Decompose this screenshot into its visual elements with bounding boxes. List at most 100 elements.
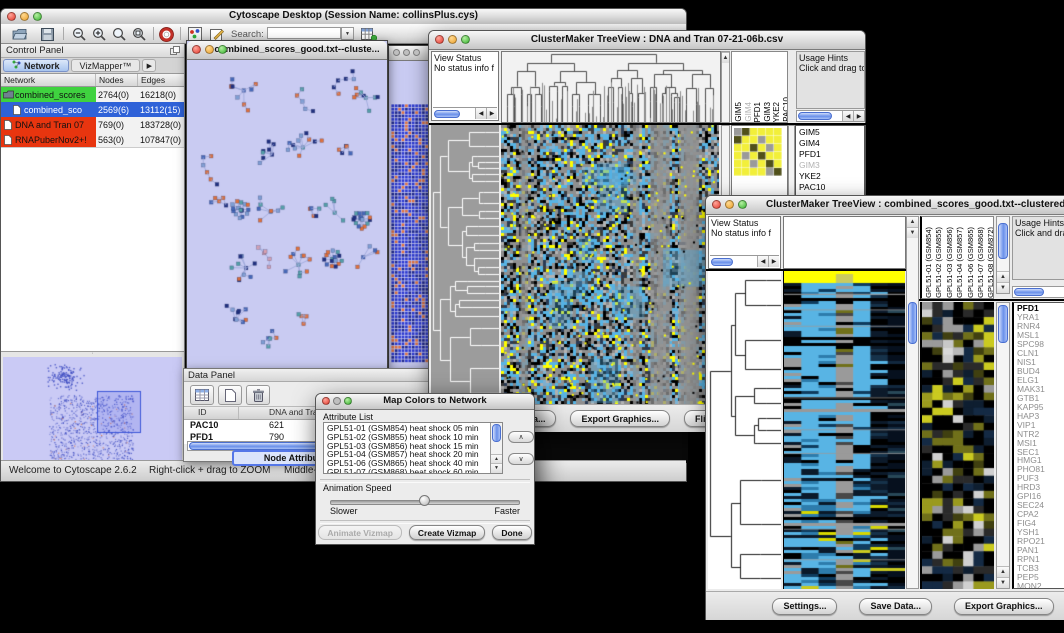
tv1-row-label[interactable]: GIM4 bbox=[799, 138, 864, 149]
scroll-up-button[interactable]: ▲ bbox=[997, 566, 1009, 577]
tv1-hints-hscrollbar[interactable]: ◀ ▶ bbox=[796, 110, 865, 122]
search-input[interactable] bbox=[267, 27, 341, 39]
tv1-column-dendrogram[interactable] bbox=[501, 51, 721, 123]
move-up-button[interactable]: ∧ bbox=[508, 431, 534, 443]
tv1-column-label[interactable]: YKE2 bbox=[772, 102, 782, 122]
network-window-titlebar[interactable]: combined_scores_good.txt--cluste... bbox=[187, 41, 387, 60]
scroll-left-button[interactable]: ◀ bbox=[842, 111, 853, 121]
scrollbar-thumb[interactable] bbox=[998, 305, 1008, 343]
zoom-window-button[interactable] bbox=[413, 49, 420, 56]
dialog-create-vizmap-button[interactable]: Create Vizmap bbox=[409, 525, 485, 540]
col-nodes[interactable]: Nodes bbox=[96, 74, 138, 86]
scrollbar-thumb[interactable] bbox=[492, 424, 501, 442]
minimize-button[interactable] bbox=[333, 397, 341, 405]
tv2-row-dendrogram[interactable] bbox=[708, 271, 781, 589]
network-view-canvas[interactable] bbox=[187, 60, 387, 370]
tv1-column-label[interactable]: PFD1 bbox=[753, 102, 763, 122]
tv1-row-dendrogram[interactable] bbox=[431, 125, 499, 404]
tv2-save-data-button[interactable]: Save Data... bbox=[859, 598, 932, 615]
tv1-export-graphics-button[interactable]: Export Graphics... bbox=[570, 410, 670, 427]
tv1-summary-matrix-canvas[interactable] bbox=[734, 128, 782, 176]
scroll-right-button[interactable]: ▶ bbox=[853, 111, 864, 121]
tv2-column-label[interactable]: GPL51-06 (GSM865) bbox=[966, 227, 976, 298]
zoom-selected-icon[interactable] bbox=[131, 26, 147, 42]
tv2-column-label[interactable]: GPL51-01 (GSM854) bbox=[924, 227, 934, 298]
close-button[interactable] bbox=[192, 45, 201, 54]
tv2-column-label[interactable]: GPL51-02 (GSM855) bbox=[934, 227, 944, 298]
treeview2-titlebar[interactable]: ClusterMaker TreeView : combined_scores_… bbox=[706, 196, 1064, 215]
scroll-right-button[interactable]: ▶ bbox=[486, 108, 497, 119]
tv2-genes-vscrollbar[interactable]: ▲ ▼ bbox=[996, 302, 1010, 589]
tv2-hints-hscrollbar[interactable]: ◀ bbox=[1012, 286, 1064, 298]
zoom-fit-icon[interactable] bbox=[111, 26, 127, 42]
dialog-done-button[interactable]: Done bbox=[492, 525, 531, 540]
col-edges[interactable]: Edges bbox=[138, 74, 184, 86]
tv2-column-label[interactable]: GPL51-07 (GSM868) bbox=[976, 227, 986, 298]
float-panel-icon[interactable] bbox=[170, 46, 180, 58]
tv1-row-label[interactable]: YKE2 bbox=[799, 171, 864, 182]
select-attributes-icon[interactable] bbox=[190, 385, 214, 405]
scrollbar-thumb[interactable] bbox=[1014, 288, 1044, 296]
tv1-row-label[interactable]: GIM5 bbox=[799, 127, 864, 138]
tv2-column-label[interactable]: GPL51-03 (GSM856) bbox=[945, 227, 955, 298]
zoom-window-button[interactable] bbox=[461, 35, 470, 44]
zoom-window-button[interactable] bbox=[344, 397, 352, 405]
minimize-button[interactable] bbox=[448, 35, 457, 44]
tv1-column-label[interactable]: GIM5 bbox=[734, 102, 744, 122]
scroll-left-button[interactable]: ◀ bbox=[475, 108, 486, 119]
close-button[interactable] bbox=[712, 200, 721, 209]
scrollbar-thumb[interactable] bbox=[998, 223, 1008, 259]
tv1-row-label[interactable]: PAC10 bbox=[799, 182, 864, 193]
scroll-down-button[interactable]: ▼ bbox=[997, 577, 1009, 588]
tv1-column-label[interactable]: PAC10 bbox=[782, 97, 789, 122]
tab-network[interactable]: Network bbox=[3, 59, 69, 72]
tv2-zoom-heatmap-canvas[interactable] bbox=[920, 302, 994, 589]
scroll-up-button[interactable]: ▲ bbox=[907, 217, 918, 227]
close-button[interactable] bbox=[435, 35, 444, 44]
tv2-heatmap-canvas[interactable] bbox=[783, 271, 905, 589]
search-dropdown-button[interactable]: ▼ bbox=[341, 27, 354, 40]
zoom-in-icon[interactable] bbox=[91, 26, 107, 42]
close-button[interactable] bbox=[7, 12, 16, 21]
tv2-column-label[interactable]: GPL51-04 (GSM857) bbox=[955, 227, 965, 298]
tv2-export-graphics-button[interactable]: Export Graphics... bbox=[954, 598, 1054, 615]
scroll-right-button[interactable]: ▶ bbox=[768, 256, 779, 267]
tv1-heatmap-canvas[interactable] bbox=[501, 125, 719, 404]
network-list-row[interactable]: DNA and Tran 07769(0)183728(0) bbox=[1, 117, 184, 132]
move-down-button[interactable]: ∨ bbox=[508, 453, 534, 465]
open-file-icon[interactable] bbox=[11, 26, 27, 42]
scrollbar-thumb[interactable] bbox=[711, 258, 733, 266]
animation-speed-slider[interactable] bbox=[330, 496, 520, 507]
tv2-heatmap-vscrollbar[interactable]: ▲ ▼ bbox=[906, 216, 919, 589]
tv1-status-hscrollbar[interactable]: ◀ ▶ bbox=[433, 107, 497, 119]
delete-attribute-icon[interactable] bbox=[246, 385, 270, 405]
treeview1-titlebar[interactable]: ClusterMaker TreeView : DNA and Tran 07-… bbox=[429, 31, 865, 50]
zoom-window-button[interactable] bbox=[738, 200, 747, 209]
network-overview-canvas[interactable] bbox=[3, 357, 182, 463]
attribute-list-vscrollbar[interactable]: ▲ ▼ bbox=[490, 423, 502, 473]
main-titlebar[interactable]: Cytoscape Desktop (Session Name: collins… bbox=[1, 9, 686, 25]
tv2-column-label[interactable]: GPL51-08 (GSM872) bbox=[986, 227, 994, 298]
scroll-up-button[interactable]: ▲ bbox=[722, 52, 729, 63]
dense-network-canvas[interactable] bbox=[391, 104, 431, 364]
tv1-row-label[interactable]: GIM3 bbox=[799, 160, 864, 171]
data-col-id[interactable]: ID bbox=[184, 407, 239, 419]
minimize-button[interactable] bbox=[403, 49, 410, 56]
tv1-row-label[interactable]: PFD1 bbox=[799, 149, 864, 160]
network-list-row[interactable]: combined_sco2569(6)13112(15) bbox=[1, 102, 184, 117]
tv2-settings-button[interactable]: Settings... bbox=[772, 598, 837, 615]
zoom-window-button[interactable] bbox=[33, 12, 42, 21]
attribute-listbox[interactable]: GPL51-01 (GSM854) heat shock 05 minGPL51… bbox=[323, 422, 503, 474]
scroll-down-button[interactable]: ▼ bbox=[907, 227, 918, 238]
network-list-row[interactable]: combined_scores2764(0)16218(0) bbox=[1, 87, 184, 102]
tv1-top-vscrollbar[interactable]: ▲ bbox=[721, 51, 730, 123]
attribute-list-item[interactable]: GPL51-07 (GSM868) heat shock 60 min bbox=[327, 468, 490, 474]
dialog-titlebar[interactable]: Map Colors to Network bbox=[316, 394, 534, 410]
background-network-window[interactable] bbox=[388, 45, 432, 370]
scroll-down-button[interactable]: ▼ bbox=[491, 463, 502, 473]
gene-label[interactable]: MON2 bbox=[1017, 582, 1064, 589]
tv2-labels-vscrollbar[interactable]: ▲ ▼ bbox=[996, 216, 1010, 294]
zoom-out-icon[interactable] bbox=[71, 26, 87, 42]
scrollbar-thumb[interactable] bbox=[434, 110, 460, 118]
help-icon[interactable] bbox=[158, 26, 174, 42]
